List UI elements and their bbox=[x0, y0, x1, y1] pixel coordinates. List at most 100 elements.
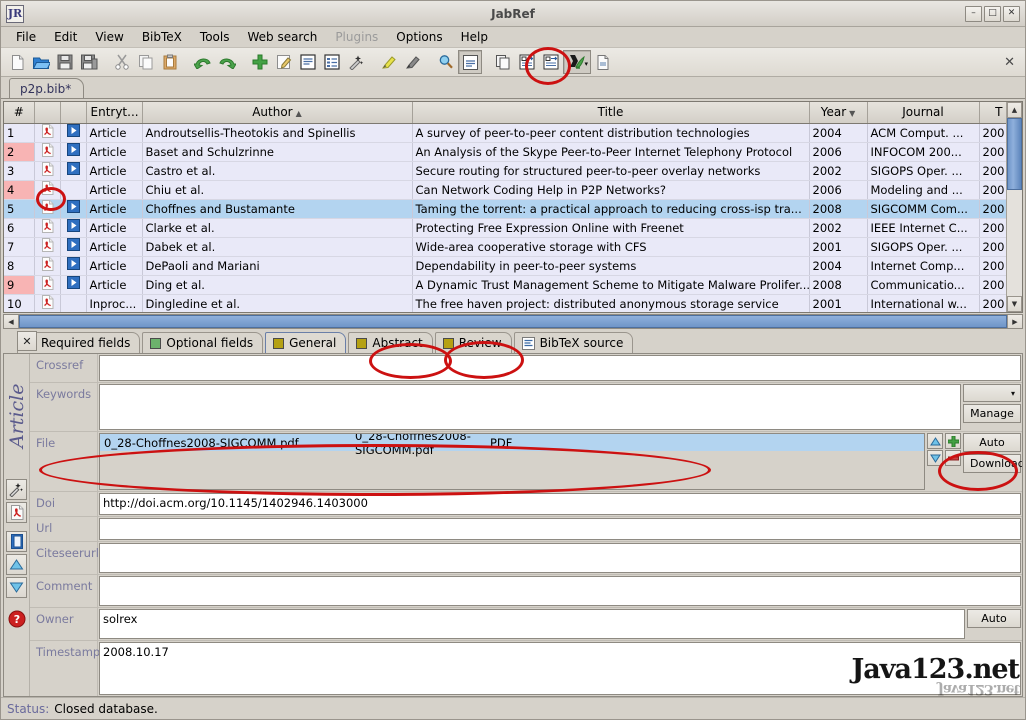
redo-icon[interactable] bbox=[215, 50, 239, 74]
cut-icon[interactable] bbox=[110, 50, 134, 74]
column-header-title[interactable]: Title bbox=[412, 102, 810, 124]
column-header-t[interactable]: T bbox=[979, 102, 1006, 124]
field-row-keywords: Keywords ▾ Manage bbox=[30, 383, 1022, 432]
preview-icon[interactable] bbox=[296, 50, 320, 74]
move-file-up-icon[interactable] bbox=[927, 433, 943, 449]
entry-table[interactable]: # Entryt... Author ▲ Title Year ▼ Journa… bbox=[4, 102, 1006, 312]
search-icon[interactable] bbox=[434, 50, 458, 74]
close-button[interactable]: ✕ bbox=[1003, 5, 1020, 22]
tab-general[interactable]: General bbox=[265, 332, 347, 353]
table-row[interactable]: 8 Article DePaoli and Mariani Dependability… bbox=[4, 256, 1006, 276]
tab-review[interactable]: Review bbox=[434, 332, 512, 353]
horizontal-scroll-thumb[interactable] bbox=[19, 315, 1007, 328]
owner-input[interactable]: solrex bbox=[99, 609, 965, 639]
undo-icon[interactable] bbox=[191, 50, 215, 74]
autogenerate-key-icon[interactable] bbox=[6, 479, 27, 500]
previous-entry-icon[interactable] bbox=[6, 554, 27, 575]
entry-table-icon[interactable] bbox=[320, 50, 344, 74]
scroll-down-button[interactable]: ▼ bbox=[1007, 296, 1022, 312]
menu-help[interactable]: Help bbox=[452, 28, 497, 46]
manage-keywords-button[interactable]: Manage bbox=[963, 404, 1021, 423]
table-row[interactable]: 6 Article Clarke et al. Protecting Free Exp… bbox=[4, 218, 1006, 238]
mark-entry-icon[interactable] bbox=[377, 50, 401, 74]
vertical-scroll-track[interactable] bbox=[1007, 118, 1022, 296]
menu-edit[interactable]: Edit bbox=[45, 28, 86, 46]
copy-icon[interactable] bbox=[134, 50, 158, 74]
column-header-pdf[interactable] bbox=[34, 102, 61, 124]
menu-web-search[interactable]: Web search bbox=[238, 28, 326, 46]
open-url-icon[interactable] bbox=[6, 531, 27, 552]
column-header-url[interactable] bbox=[60, 102, 87, 124]
export-icon[interactable] bbox=[591, 50, 615, 74]
timestamp-input[interactable]: 2008.10.17 bbox=[99, 642, 1021, 695]
tab-bibtex-source[interactable]: BibTeX source bbox=[513, 332, 634, 353]
keywords-input[interactable] bbox=[99, 384, 961, 430]
close-editor-button[interactable]: ✕ bbox=[17, 331, 37, 351]
entry-table-horizontal-scrollbar[interactable]: ◀ ▶ bbox=[3, 314, 1023, 329]
cell-url-icon bbox=[60, 142, 87, 162]
table-row[interactable]: 7 Article Dabek et al. Wide-area cooperativ… bbox=[4, 237, 1006, 257]
menu-bibtex[interactable]: BibTeX bbox=[133, 28, 191, 46]
auto-file-button[interactable]: Auto bbox=[963, 433, 1021, 452]
maximize-button[interactable]: □ bbox=[984, 5, 1001, 22]
new-database-icon[interactable] bbox=[5, 50, 29, 74]
toggle-preview-icon[interactable] bbox=[458, 50, 482, 74]
move-file-down-icon[interactable] bbox=[927, 450, 943, 466]
close-tab-button[interactable]: ✕ bbox=[1004, 55, 1015, 70]
citeseerurl-input[interactable] bbox=[99, 543, 1021, 573]
database-tab-p2p[interactable]: p2p.bib* bbox=[9, 78, 85, 98]
table-row[interactable]: 1 Article Androutsellis-Theotokis and Spin… bbox=[4, 123, 1006, 143]
file-table-row[interactable]: 0_28-Choffnes2008-SIGCOMM.pdf 0_28-Choff… bbox=[100, 434, 924, 457]
horizontal-scroll-track[interactable] bbox=[19, 315, 1007, 328]
scroll-up-button[interactable]: ▲ bbox=[1007, 102, 1022, 118]
open-pdf-icon[interactable] bbox=[6, 502, 27, 523]
group-interface-icon[interactable] bbox=[491, 50, 515, 74]
url-input[interactable] bbox=[99, 518, 1021, 540]
help-icon[interactable]: ? bbox=[6, 608, 27, 629]
next-entry-icon[interactable] bbox=[6, 577, 27, 598]
new-entry-icon[interactable] bbox=[248, 50, 272, 74]
column-header-num[interactable]: # bbox=[4, 102, 35, 124]
column-header-journal[interactable]: Journal bbox=[867, 102, 980, 124]
tab-abstract[interactable]: Abstract bbox=[348, 332, 433, 353]
column-header-entrytype[interactable]: Entryt... bbox=[86, 102, 143, 124]
download-file-button[interactable]: Download bbox=[963, 454, 1022, 473]
scroll-left-button[interactable]: ◀ bbox=[4, 315, 19, 328]
add-file-icon[interactable] bbox=[945, 433, 961, 449]
entry-table-scroll: # Entryt... Author ▲ Title Year ▼ Journa… bbox=[4, 102, 1006, 312]
column-header-year[interactable]: Year ▼ bbox=[809, 102, 868, 124]
table-row[interactable]: 5 Article Choffnes and Bustamante Taming th… bbox=[4, 199, 1006, 219]
file-table[interactable]: 0_28-Choffnes2008-SIGCOMM.pdf 0_28-Choff… bbox=[99, 433, 925, 490]
owner-auto-button[interactable]: Auto bbox=[967, 609, 1021, 628]
crossref-input[interactable] bbox=[99, 355, 1021, 381]
minimize-button[interactable]: – bbox=[965, 5, 982, 22]
autogenerate-keys-icon[interactable] bbox=[344, 50, 368, 74]
entry-table-vertical-scrollbar[interactable]: ▲ ▼ bbox=[1006, 102, 1022, 312]
column-header-author[interactable]: Author ▲ bbox=[142, 102, 413, 124]
unmark-entry-icon[interactable] bbox=[401, 50, 425, 74]
save-as-icon[interactable] bbox=[77, 50, 101, 74]
keywords-dropdown-button[interactable]: ▾ bbox=[963, 384, 1021, 402]
edit-entry-icon[interactable] bbox=[272, 50, 296, 74]
table-row[interactable]: 9 Article Ding et al. A Dynamic Trust Manag… bbox=[4, 275, 1006, 295]
fetch-citeseer-icon[interactable] bbox=[539, 50, 563, 74]
table-row[interactable]: 10 Inproc... Dingledine et al. The free hav… bbox=[4, 294, 1006, 312]
table-row[interactable]: 4 Article Chiu et al. Can Network Coding He… bbox=[4, 180, 1006, 200]
menu-options[interactable]: Options bbox=[387, 28, 451, 46]
remove-file-icon[interactable] bbox=[945, 450, 961, 466]
tab-optional-fields[interactable]: Optional fields bbox=[142, 332, 264, 353]
menu-tools[interactable]: Tools bbox=[191, 28, 239, 46]
paste-icon[interactable] bbox=[158, 50, 182, 74]
menu-view[interactable]: View bbox=[86, 28, 132, 46]
fetch-medline-icon[interactable] bbox=[515, 50, 539, 74]
push-to-lyx-icon[interactable]: ▾ bbox=[563, 50, 591, 74]
table-row[interactable]: 3 Article Castro et al. Secure routing for … bbox=[4, 161, 1006, 181]
save-database-icon[interactable] bbox=[53, 50, 77, 74]
menu-file[interactable]: File bbox=[7, 28, 45, 46]
scroll-right-button[interactable]: ▶ bbox=[1007, 315, 1022, 328]
open-database-icon[interactable] bbox=[29, 50, 53, 74]
vertical-scroll-thumb[interactable] bbox=[1007, 118, 1022, 190]
comment-input[interactable] bbox=[99, 576, 1021, 606]
doi-input[interactable]: http://doi.acm.org/10.1145/1402946.14030… bbox=[99, 493, 1021, 515]
table-row[interactable]: 2 Article Baset and Schulzrinne An Analysis… bbox=[4, 142, 1006, 162]
